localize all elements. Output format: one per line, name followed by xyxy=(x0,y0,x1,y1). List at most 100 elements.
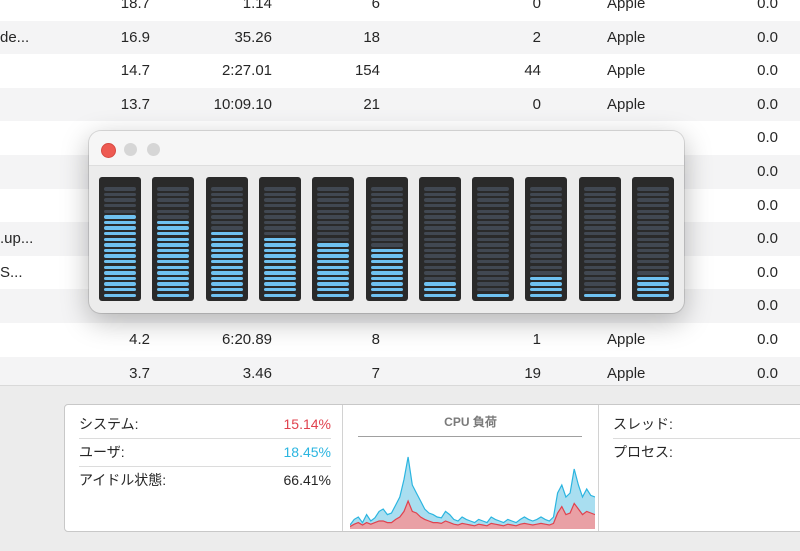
meter-segment xyxy=(583,276,616,281)
meter-segment xyxy=(263,192,296,197)
window-titlebar[interactable] xyxy=(89,131,684,166)
meter-segment xyxy=(210,276,243,281)
cpu-load-graph-title: CPU 負荷 xyxy=(444,415,497,429)
meter-segment xyxy=(263,248,296,253)
meter-segment xyxy=(637,265,669,269)
cpu-summary-panel: システム: 15.14% ユーザ: 18.45% アイドル状態: 66.41% … xyxy=(64,404,800,532)
meter-segment xyxy=(157,243,190,247)
meter-segment xyxy=(637,204,669,208)
table-row[interactable]: 13.7 10:09.10 21 0 Apple 0.0 xyxy=(0,87,800,122)
meter-segment xyxy=(263,265,296,269)
meter-segment xyxy=(423,187,456,191)
process-user-cell: Apple xyxy=(607,28,646,46)
meter-segment xyxy=(263,220,296,225)
meter-segment xyxy=(104,282,136,286)
meter-segment xyxy=(104,243,136,247)
minimize-window-button[interactable] xyxy=(124,143,137,156)
meter-segment xyxy=(530,260,563,264)
meter-segment xyxy=(210,220,243,225)
meter-segment xyxy=(317,220,350,225)
meter-segment xyxy=(157,209,190,213)
meter-segment xyxy=(477,215,510,219)
meter-segment xyxy=(210,243,243,247)
meter-segment xyxy=(104,288,136,292)
meter-segment xyxy=(583,226,616,230)
meter-segment xyxy=(477,248,510,253)
core-meter xyxy=(258,177,301,301)
meter-segment xyxy=(317,271,350,275)
meter-segment xyxy=(477,254,510,258)
meter-segment xyxy=(263,293,296,297)
cpu-load-graph xyxy=(350,456,595,529)
meter-segment xyxy=(477,226,510,230)
meter-segment xyxy=(317,215,350,219)
meter-segment xyxy=(637,187,669,191)
table-row[interactable]: 4.2 6:20.89 8 1 Apple 0.0 xyxy=(0,323,800,357)
threads-stat: スレッド: xyxy=(613,411,800,439)
core-meter xyxy=(525,177,568,301)
meter-segment xyxy=(210,226,243,230)
cpu-percent-cell: 13.7 xyxy=(120,95,150,113)
meter-segment xyxy=(370,187,403,191)
meter-segment xyxy=(157,276,190,281)
meter-segment xyxy=(317,198,350,202)
meter-segment xyxy=(530,248,563,253)
core-meter xyxy=(205,177,248,301)
thread-count-cell: 8 xyxy=(371,330,380,348)
cpu-percent-cell: 14.7 xyxy=(120,62,150,80)
meter-segment xyxy=(583,237,616,241)
cpu-percent-cell: 4.2 xyxy=(129,330,150,348)
meter-segment xyxy=(263,260,296,264)
meter-segment xyxy=(637,192,669,197)
table-row[interactable]: 18.7 1.14 6 0 Apple 0.0 xyxy=(0,0,800,21)
meter-segment xyxy=(210,187,243,191)
process-name-cell: de... xyxy=(0,28,30,46)
zoom-window-button[interactable] xyxy=(147,143,160,156)
meter-segment xyxy=(263,288,296,292)
meter-segment xyxy=(530,232,563,236)
meter-segment xyxy=(210,209,243,213)
cpu-time-cell: 1.14 xyxy=(242,0,272,12)
meter-segment xyxy=(477,271,510,275)
meter-segment xyxy=(583,243,616,247)
meter-segment xyxy=(423,209,456,213)
close-window-button[interactable] xyxy=(101,143,116,158)
meter-segment xyxy=(583,260,616,264)
meter-segment xyxy=(370,192,403,197)
meter-segment xyxy=(370,254,403,258)
meter-segment xyxy=(583,192,616,197)
meter-segment xyxy=(263,215,296,219)
meter-segment xyxy=(477,187,510,191)
user-value: 18.45% xyxy=(283,444,331,460)
meter-segment xyxy=(157,282,190,286)
meter-segment xyxy=(530,215,563,219)
meter-segment xyxy=(263,254,296,258)
meter-segment xyxy=(157,204,190,208)
meter-segment xyxy=(530,293,563,297)
meter-segment xyxy=(477,282,510,286)
meter-segment xyxy=(263,282,296,286)
meter-segment xyxy=(530,187,563,191)
cpu-history-window[interactable] xyxy=(89,131,684,313)
meter-segment xyxy=(104,271,136,275)
cpu-usage-stats: システム: 15.14% ユーザ: 18.45% アイドル状態: 66.41% xyxy=(79,411,331,494)
meter-segment xyxy=(104,237,136,241)
meter-segment xyxy=(583,254,616,258)
table-row[interactable]: 14.7 2:27.01 154 44 Apple 0.0 xyxy=(0,54,800,88)
system-stat: システム: 15.14% xyxy=(79,411,331,439)
meter-segment xyxy=(423,248,456,253)
meter-segment xyxy=(583,265,616,269)
meter-segment xyxy=(157,198,190,202)
meter-segment xyxy=(104,226,136,230)
meter-segment xyxy=(210,271,243,275)
meter-segment xyxy=(370,282,403,286)
meter-segment xyxy=(210,254,243,258)
meter-segment xyxy=(370,226,403,230)
meter-segment xyxy=(104,293,136,297)
meter-segment xyxy=(370,204,403,208)
meter-segment xyxy=(423,215,456,219)
meter-segment xyxy=(530,288,563,292)
table-row[interactable]: de... 16.9 35.26 18 2 Apple 0.0 xyxy=(0,20,800,55)
meter-segment xyxy=(637,271,669,275)
meter-segment xyxy=(210,293,243,297)
